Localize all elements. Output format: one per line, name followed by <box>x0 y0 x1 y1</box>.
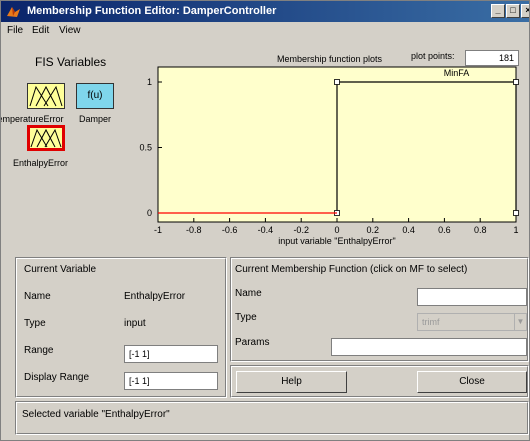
x-tick-label: 1 <box>513 225 518 235</box>
status-text: Selected variable "EnthalpyError" <box>22 409 170 420</box>
x-axis-label: input variable "EnthalpyError" <box>278 236 395 246</box>
mf-type-value: trimf <box>422 317 440 327</box>
close-button[interactable]: Close <box>417 371 527 393</box>
y-tick-label: 0.5 <box>139 143 152 153</box>
mf-vertex-handle[interactable] <box>513 210 519 216</box>
upper-area: FIS Variables f(u) TemperatureError Damp… <box>1 39 530 251</box>
variable-name-label: Name <box>24 291 51 302</box>
mf-vertex-handle[interactable] <box>334 79 340 85</box>
mf-plot[interactable]: 0 0.5 1 -1 -0.8 -0.6 -0.4 -0.2 0 0.2 0.4 0.6 0.8 1 M… <box>1 39 530 251</box>
title-bar[interactable]: Membership Function Editor: DamperContro… <box>1 1 529 22</box>
range-input[interactable]: [-1 1] <box>124 345 218 363</box>
variable-type-value: input <box>124 318 146 329</box>
y-tick-label: 0 <box>147 208 152 218</box>
variable-name-value: EnthalpyError <box>124 291 186 302</box>
range-label: Range <box>24 345 54 356</box>
window-title: Membership Function Editor: DamperContro… <box>27 5 277 17</box>
current-mf-heading: Current Membership Function (click on MF… <box>235 264 468 275</box>
x-tick-label: -0.2 <box>293 225 309 235</box>
x-tick-label: -1 <box>154 225 162 235</box>
current-variable-heading: Current Variable <box>24 264 97 275</box>
menu-bar: File Edit View <box>1 22 529 39</box>
x-tick-label: -0.8 <box>186 225 202 235</box>
mf-name-input[interactable] <box>417 288 527 306</box>
mf-params-label: Params <box>235 337 270 348</box>
matlab-icon <box>7 7 20 17</box>
menu-file[interactable]: File <box>7 25 23 36</box>
x-tick-label: -0.6 <box>222 225 238 235</box>
help-button[interactable]: Help <box>236 371 347 393</box>
menu-view[interactable]: View <box>59 25 81 36</box>
mf-vertex-handle[interactable] <box>513 79 519 85</box>
display-range-input[interactable]: [-1 1] <box>124 372 218 390</box>
x-tick-label: 0.4 <box>402 225 415 235</box>
x-tick-label: 0.8 <box>474 225 487 235</box>
status-panel: Selected variable "EnthalpyError" <box>15 401 529 435</box>
variable-type-label: Type <box>24 318 46 329</box>
close-window-button[interactable]: × <box>521 4 529 18</box>
display-range-label: Display Range <box>24 372 90 383</box>
x-tick-label: 0.2 <box>367 225 380 235</box>
chevron-down-icon: ▼ <box>514 314 526 330</box>
x-tick-label: 0 <box>334 225 339 235</box>
y-tick-label: 1 <box>147 77 152 87</box>
button-panel: Help Close <box>230 365 529 398</box>
minimize-button[interactable]: _ <box>491 4 505 18</box>
current-mf-panel: Current Membership Function (click on MF… <box>230 257 529 362</box>
mf-type-select[interactable]: trimf ▼ <box>417 313 527 331</box>
lower-area: Current Variable Name EnthalpyError Type… <box>1 251 529 440</box>
current-variable-panel: Current Variable Name EnthalpyError Type… <box>15 257 227 398</box>
mf-editor-window: Membership Function Editor: DamperContro… <box>0 0 530 441</box>
mf-params-input[interactable] <box>331 338 527 356</box>
mf-name-label: Name <box>235 288 262 299</box>
menu-edit[interactable]: Edit <box>32 25 49 36</box>
x-tick-label: 0.6 <box>438 225 451 235</box>
maximize-button[interactable]: □ <box>506 4 520 18</box>
mf-type-label: Type <box>235 312 257 323</box>
mf-name-label: MinFA <box>444 68 470 78</box>
x-tick-label: -0.4 <box>258 225 274 235</box>
